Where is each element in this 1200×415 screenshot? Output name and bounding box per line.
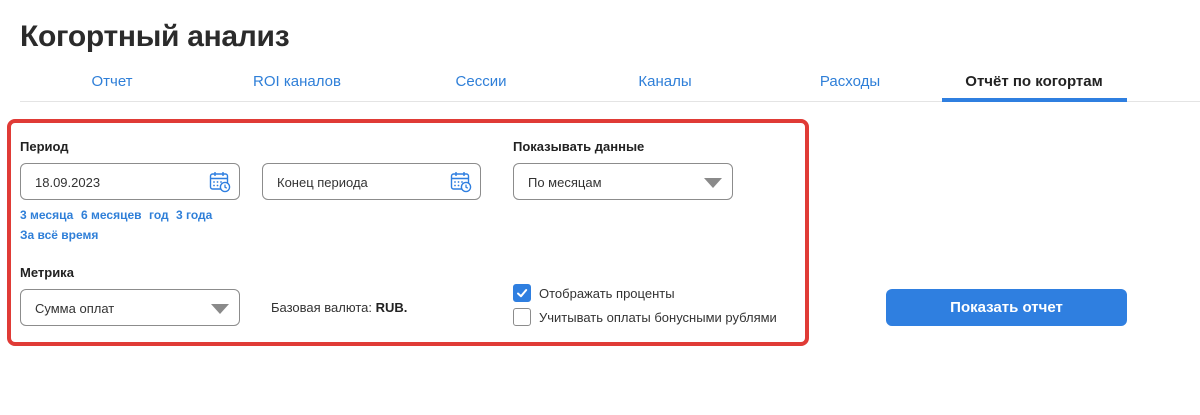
bonus-payments-checkbox[interactable] xyxy=(513,308,531,326)
tab-roi-channels[interactable]: ROI каналов xyxy=(253,73,341,90)
tab-cohort-report[interactable]: Отчёт по когортам xyxy=(965,73,1102,90)
period-start-value: 18.09.2023 xyxy=(35,175,101,190)
base-currency: Базовая валюта: RUB. xyxy=(271,300,407,315)
display-data-label: Показывать данные xyxy=(513,139,645,154)
chevron-down-icon xyxy=(704,178,722,188)
tab-channels[interactable]: Каналы xyxy=(638,73,691,90)
period-end-placeholder: Конец периода xyxy=(277,175,368,190)
tab-report[interactable]: Отчет xyxy=(91,73,132,90)
quick-range-3-years[interactable]: 3 года xyxy=(176,208,212,222)
active-tab-underline xyxy=(942,98,1127,102)
chevron-down-icon xyxy=(211,304,229,314)
quick-range-all-time[interactable]: За всё время xyxy=(20,228,98,242)
period-end-field[interactable]: Конец периода xyxy=(262,163,481,200)
page-title: Когортный анализ xyxy=(20,20,290,53)
bonus-payments-option[interactable]: Учитывать оплаты бонусными рублями xyxy=(513,308,777,326)
period-label: Период xyxy=(20,139,69,154)
metric-select[interactable]: Сумма оплат xyxy=(20,289,240,326)
quick-range-3-months[interactable]: 3 месяца xyxy=(20,208,73,222)
show-percent-option[interactable]: Отображать проценты xyxy=(513,284,675,302)
calendar-icon[interactable] xyxy=(450,171,472,193)
tab-sessions[interactable]: Сессии xyxy=(456,73,507,90)
calendar-icon[interactable] xyxy=(209,171,231,193)
quick-range-year[interactable]: год xyxy=(149,208,169,222)
metric-label: Метрика xyxy=(20,265,74,280)
bonus-payments-label: Учитывать оплаты бонусными рублями xyxy=(539,309,777,325)
base-currency-label: Базовая валюта: xyxy=(271,300,372,315)
checkmark-icon xyxy=(517,289,528,298)
period-start-field[interactable]: 18.09.2023 xyxy=(20,163,240,200)
quick-range-6-months[interactable]: 6 месяцев xyxy=(81,208,142,222)
display-data-select[interactable]: По месяцам xyxy=(513,163,733,200)
tab-expenses[interactable]: Расходы xyxy=(820,73,880,90)
tab-bar: Отчет ROI каналов Сессии Каналы Расходы … xyxy=(20,70,1200,102)
show-percent-label: Отображать проценты xyxy=(539,285,675,301)
display-data-value: По месяцам xyxy=(528,175,602,190)
base-currency-value: RUB. xyxy=(375,300,408,315)
show-percent-checkbox[interactable] xyxy=(513,284,531,302)
metric-value: Сумма оплат xyxy=(35,301,115,316)
show-report-button[interactable]: Показать отчет xyxy=(886,289,1127,326)
